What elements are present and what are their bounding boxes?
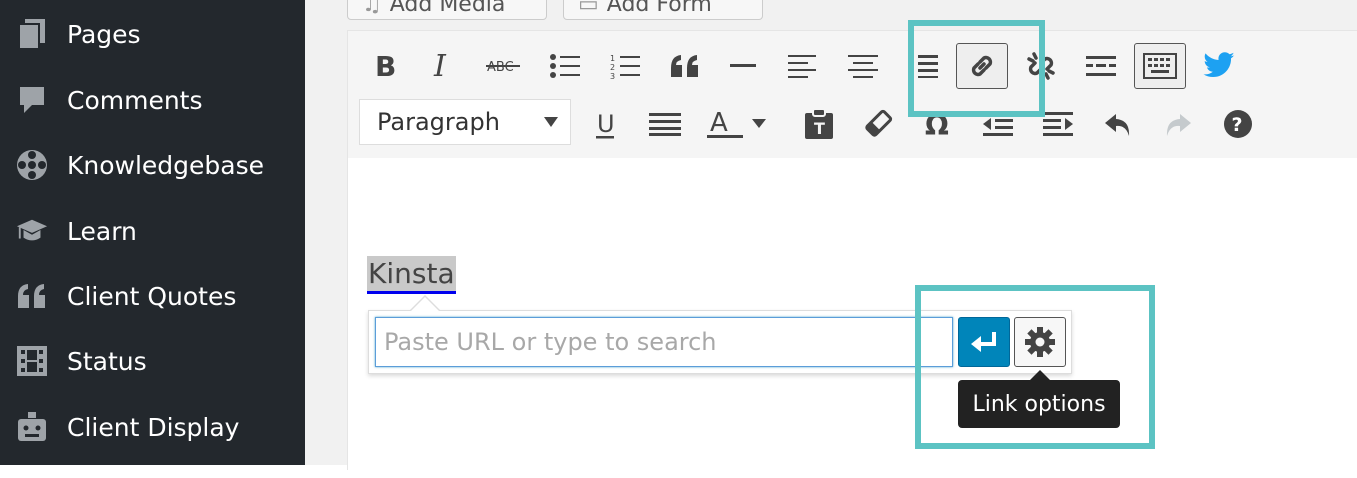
italic-button[interactable]: I (418, 43, 468, 89)
align-right-button[interactable] (903, 43, 953, 89)
selected-link-text[interactable]: Kinsta (367, 256, 456, 294)
tooltip-arrow (1030, 370, 1050, 380)
blockquote-button[interactable] (660, 43, 710, 89)
format-select-value: Paragraph (377, 108, 500, 136)
horizontal-line-button[interactable] (718, 43, 768, 89)
text-color-dropdown-caret[interactable] (742, 101, 776, 147)
paste-as-text-button[interactable]: T (794, 101, 844, 147)
svg-text:I: I (433, 52, 447, 80)
add-media-label: Add Media (389, 0, 506, 17)
justify-button[interactable] (640, 101, 690, 147)
svg-text:Ω: Ω (925, 109, 949, 139)
sidebar-item-client-display[interactable]: Client Display (0, 397, 305, 457)
align-center-button[interactable] (838, 43, 888, 89)
svg-text:T: T (814, 119, 825, 138)
svg-text:2: 2 (610, 63, 615, 72)
add-form-label: Add Form (606, 0, 712, 17)
format-select[interactable]: Paragraph (359, 99, 571, 145)
svg-text:3: 3 (610, 72, 615, 79)
bulleted-list-button[interactable] (540, 43, 590, 89)
svg-text:1: 1 (610, 54, 615, 63)
undo-icon[interactable] (1093, 101, 1143, 147)
help-icon[interactable]: ? (1213, 101, 1263, 147)
read-more-button[interactable] (1076, 43, 1126, 89)
status-icon (16, 345, 48, 377)
main-content: ♫ Add Media ▭ Add Form B I ABC 123 Parag… (305, 0, 1357, 478)
url-search-input[interactable] (375, 317, 953, 367)
insert-link-button[interactable] (956, 43, 1008, 89)
classic-editor: B I ABC 123 Paragraph U A T Ω ? Kinsta (347, 30, 1357, 478)
svg-text:B: B (375, 52, 396, 80)
sidebar-item-knowledgebase[interactable]: Knowledgebase (0, 135, 305, 195)
svg-text:?: ? (1232, 114, 1243, 136)
inline-link-popup (368, 295, 1072, 374)
decrease-indent-button[interactable] (973, 101, 1023, 147)
add-media-button[interactable]: ♫ Add Media (347, 0, 547, 20)
knowledgebase-icon (16, 149, 48, 181)
remove-link-button[interactable] (1016, 43, 1066, 89)
twitter-icon[interactable] (1194, 43, 1244, 89)
sidebar-item-comments[interactable]: Comments (0, 70, 305, 130)
link-options-button[interactable] (1014, 317, 1066, 367)
svg-text:A: A (710, 109, 728, 138)
popup-arrow-inner (410, 297, 440, 312)
tooltip-text: Link options (972, 391, 1106, 417)
sidebar-item-label: Knowledgebase (67, 150, 265, 180)
chevron-down-icon (544, 117, 558, 127)
link-underline (367, 291, 456, 294)
numbered-list-button[interactable]: 123 (600, 43, 650, 89)
clear-formatting-button[interactable] (853, 101, 903, 147)
sidebar-item-label: Client Quotes (67, 281, 237, 311)
redo-icon[interactable] (1153, 101, 1203, 147)
apply-link-button[interactable] (958, 317, 1010, 367)
quote-icon (16, 280, 48, 312)
sidebar-item-status[interactable]: Status (0, 331, 305, 391)
media-icon: ♫ (362, 0, 382, 17)
sidebar-item-client-quotes[interactable]: Client Quotes (0, 266, 305, 326)
form-icon: ▭ (578, 0, 599, 17)
sidebar-item-label: Comments (67, 85, 203, 115)
special-character-button[interactable]: Ω (913, 101, 963, 147)
sidebar-item-pages[interactable]: Pages (0, 4, 305, 64)
svg-text:U: U (597, 110, 615, 138)
editor-toolbar: B I ABC 123 Paragraph U A T Ω ? (348, 31, 1357, 159)
strikethrough-button[interactable]: ABC (478, 43, 528, 89)
client-display-icon (16, 411, 48, 443)
sidebar-item-label: Client Display (67, 412, 240, 442)
link-options-tooltip: Link options (958, 380, 1120, 428)
sidebar-item-label: Status (67, 346, 147, 376)
comments-icon (16, 84, 48, 116)
sidebar-item-label: Pages (67, 19, 141, 49)
bold-button[interactable]: B (360, 43, 410, 89)
svg-text:ABC: ABC (487, 60, 514, 75)
learn-icon (16, 215, 48, 247)
pages-icon (16, 18, 48, 50)
toolbar-toggle-button[interactable] (1134, 43, 1186, 89)
align-left-button[interactable] (778, 43, 828, 89)
enter-icon (971, 332, 996, 352)
sidebar-item-label: Learn (67, 216, 137, 246)
link-text: Kinsta (368, 257, 455, 290)
increase-indent-button[interactable] (1033, 101, 1083, 147)
underline-button[interactable]: U (580, 101, 630, 147)
gear-icon (1025, 327, 1055, 357)
add-form-button[interactable]: ▭ Add Form (563, 0, 763, 20)
admin-sidebar: Pages Comments Knowledgebase Learn Clien… (0, 0, 305, 465)
sidebar-item-learn[interactable]: Learn (0, 201, 305, 261)
